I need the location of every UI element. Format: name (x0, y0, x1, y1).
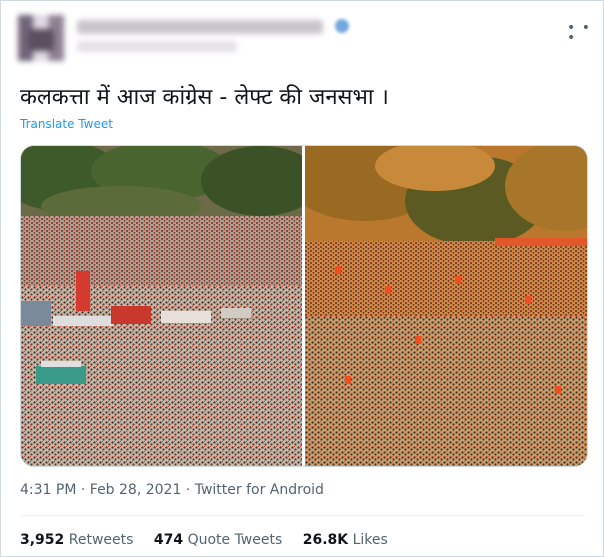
likes-label: Likes (352, 532, 388, 548)
verified-badge-icon (335, 19, 349, 33)
likes-stat[interactable]: 26.8K Likes (303, 532, 388, 548)
author-handle-blurred[interactable] (77, 41, 237, 52)
tweet-card: • • • कलकत्ता में आज कांग्रेस - लेफ्ट की… (0, 0, 604, 557)
translate-tweet-link[interactable]: Translate Tweet (20, 117, 113, 131)
tweet-time[interactable]: 4:31 PM (20, 482, 76, 498)
tweet-stats: 3,952 Retweets 474 Quote Tweets 26.8K Li… (20, 532, 404, 548)
author-name-blurred[interactable] (77, 20, 323, 34)
retweets-count: 3,952 (20, 532, 65, 548)
media-photo-left[interactable] (21, 146, 302, 466)
media-photo-right[interactable] (305, 146, 587, 466)
divider (20, 515, 586, 516)
meta-separator: · (76, 482, 90, 498)
likes-count: 26.8K (302, 532, 349, 548)
meta-separator: · (181, 482, 195, 498)
retweets-stat[interactable]: 3,952 Retweets (20, 532, 133, 548)
quote-tweets-label: Quote Tweets (187, 532, 283, 548)
quote-tweets-stat[interactable]: 474 Quote Tweets (154, 532, 282, 548)
avatar[interactable] (18, 15, 64, 61)
tweet-timestamp[interactable]: 4:31 PM · Feb 28, 2021 · Twitter for And… (20, 482, 324, 498)
tweet-text: कलकत्ता में आज कांग्रेस - लेफ्ट की जनसभा… (20, 85, 389, 110)
more-dots-icon[interactable]: • • • (567, 21, 603, 45)
tweet-date[interactable]: Feb 28, 2021 (90, 482, 182, 498)
tweet-media[interactable] (20, 145, 588, 467)
retweets-label: Retweets (68, 532, 134, 548)
tweet-source[interactable]: Twitter for Android (195, 482, 324, 498)
quote-tweets-count: 474 (153, 532, 184, 548)
